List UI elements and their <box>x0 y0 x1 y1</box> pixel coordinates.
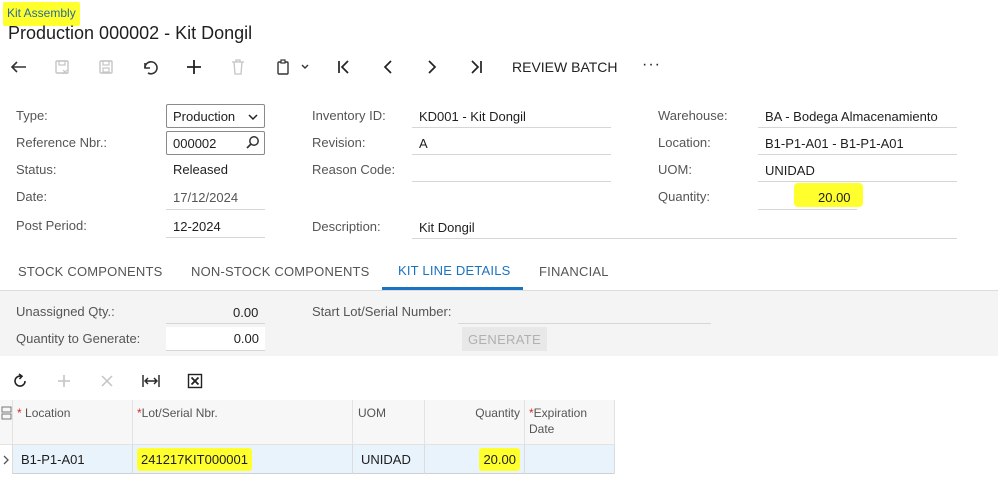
qty-generate-input[interactable]: 0.00 <box>166 327 265 351</box>
reason-label: Reason Code: <box>312 162 396 177</box>
start-lot-underline <box>458 323 711 324</box>
description-underline <box>412 238 957 239</box>
status-label: Status: <box>16 162 57 177</box>
cell-quantity[interactable]: 20.00 <box>425 445 525 474</box>
tab-stock-components[interactable]: STOCK COMPONENTS <box>18 264 163 279</box>
export-excel-icon[interactable] <box>185 372 205 390</box>
status-value: Released <box>173 162 228 177</box>
uom-value[interactable]: UNIDAD <box>765 163 815 178</box>
uom-label: UOM: <box>658 162 692 177</box>
date-underline <box>166 209 265 210</box>
warehouse-label: Warehouse: <box>658 108 728 123</box>
column-header-uom[interactable]: UOM <box>353 400 425 445</box>
previous-record-icon[interactable] <box>378 56 398 78</box>
column-header-label: Expiration Date <box>529 406 588 436</box>
chevron-down-icon <box>248 109 258 124</box>
next-record-icon[interactable] <box>422 56 442 78</box>
first-record-icon[interactable] <box>334 56 354 78</box>
postperiod-underline <box>166 237 265 238</box>
save-close-icon[interactable] <box>52 56 72 78</box>
refnbr-value: 000002 <box>173 135 217 151</box>
start-lot-label: Start Lot/Serial Number: <box>312 304 452 319</box>
refnbr-input[interactable]: 000002 <box>166 131 265 155</box>
revision-underline <box>412 154 611 155</box>
tab-financial[interactable]: FINANCIAL <box>539 264 609 279</box>
inventory-value[interactable]: KD001 - Kit Dongil <box>419 109 526 124</box>
column-header-label: Quantity <box>475 406 520 420</box>
copy-paste-icon[interactable] <box>272 56 312 78</box>
column-header-location[interactable]: * Location <box>13 400 133 445</box>
grid-settings-icon[interactable] <box>1 406 12 423</box>
date-label: Date: <box>16 189 48 204</box>
unassigned-label: Unassigned Qty.: <box>16 304 115 319</box>
unassigned-value: 0.00 <box>233 305 259 320</box>
postperiod-label: Post Period: <box>16 218 87 233</box>
type-select[interactable]: Production <box>166 104 265 128</box>
last-record-icon[interactable] <box>466 56 486 78</box>
postperiod-value[interactable]: 12-2024 <box>173 219 221 234</box>
cell-lot-serial-text: 241217KIT000001 <box>137 448 252 471</box>
refnbr-label: Reference Nbr.: <box>16 135 108 150</box>
cell-uom[interactable]: UNIDAD <box>353 445 425 474</box>
cell-quantity-text: 20.00 <box>479 448 520 471</box>
save-icon[interactable] <box>96 56 116 78</box>
type-value: Production <box>173 108 236 124</box>
qty-generate-label: Quantity to Generate: <box>16 331 141 346</box>
location-value[interactable]: B1-P1-A01 - B1-P1-A01 <box>765 136 904 151</box>
cell-expiration[interactable] <box>525 445 615 474</box>
column-header-lot-serial[interactable]: *Lot/Serial Nbr. <box>133 400 353 445</box>
quantity-label: Quantity: <box>658 189 711 204</box>
cell-location-text: B1-P1-A01 <box>21 452 85 467</box>
required-marker: * <box>17 406 22 420</box>
revision-value[interactable]: A <box>419 136 428 151</box>
back-icon[interactable] <box>8 56 30 78</box>
page-title: Production 000002 - Kit Dongil <box>8 23 253 43</box>
cell-uom-text: UNIDAD <box>361 452 411 467</box>
type-label: Type: <box>16 108 48 123</box>
delete-icon[interactable] <box>229 56 247 78</box>
reason-underline <box>412 181 611 182</box>
description-value[interactable]: Kit Dongil <box>419 220 475 235</box>
add-icon[interactable] <box>184 56 204 78</box>
quantity-value[interactable]: 20.00 <box>818 190 851 205</box>
location-label: Location: <box>658 135 711 150</box>
undo-icon[interactable] <box>140 56 160 78</box>
column-header-label: UOM <box>358 406 386 420</box>
cell-lot-serial[interactable]: 241217KIT000001 <box>133 445 353 474</box>
description-label: Description: <box>312 219 381 234</box>
refresh-icon[interactable] <box>10 372 30 390</box>
inventory-label: Inventory ID: <box>312 108 386 123</box>
warehouse-value[interactable]: BA - Bodega Almacenamiento <box>765 109 938 124</box>
location-underline <box>758 154 957 155</box>
quantity-underline <box>758 209 857 210</box>
row-selector-header[interactable] <box>0 400 13 445</box>
column-header-expiration[interactable]: *Expiration Date <box>525 400 615 445</box>
inventory-underline <box>412 127 611 128</box>
fit-columns-icon[interactable] <box>141 372 161 390</box>
more-actions-button[interactable]: ··· <box>642 56 661 74</box>
add-row-icon[interactable] <box>54 372 74 390</box>
uom-underline <box>758 181 957 182</box>
row-expand-icon[interactable] <box>0 445 13 474</box>
unassigned-underline <box>166 323 265 324</box>
tab-non-stock-components[interactable]: NON-STOCK COMPONENTS <box>191 264 370 279</box>
warehouse-underline <box>758 127 957 128</box>
tab-kit-line-details[interactable]: KIT LINE DETAILS <box>398 263 511 278</box>
revision-label: Revision: <box>312 135 366 150</box>
delete-row-icon[interactable] <box>97 372 117 390</box>
qty-generate-value: 0.00 <box>233 331 259 346</box>
date-value: 17/12/2024 <box>173 190 239 205</box>
search-icon[interactable] <box>246 135 260 152</box>
cell-location[interactable]: B1-P1-A01 <box>13 445 133 474</box>
column-header-label: Location <box>25 406 71 420</box>
column-header-quantity[interactable]: Quantity <box>425 400 525 445</box>
generate-button[interactable]: GENERATE <box>462 327 547 351</box>
column-header-label: Lot/Serial Nbr. <box>141 406 218 420</box>
review-batch-button[interactable]: REVIEW BATCH <box>512 59 618 75</box>
active-tab-indicator <box>382 287 523 290</box>
